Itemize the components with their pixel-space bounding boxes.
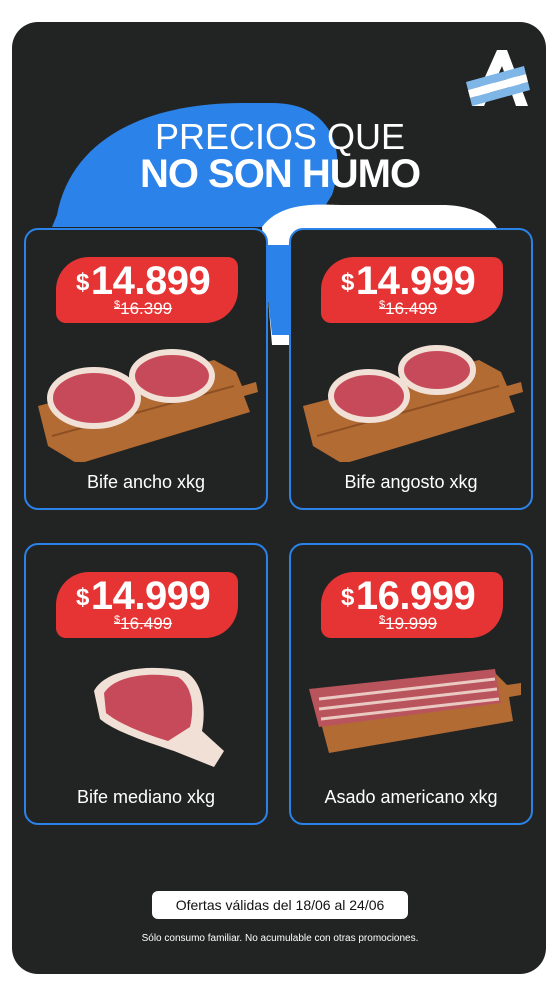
current-price: $14.899 — [76, 259, 211, 303]
current-price: $16.999 — [341, 574, 476, 618]
current-price: $14.999 — [341, 259, 476, 303]
product-name: Asado americano xkg — [324, 787, 498, 807]
offer-validity-label: Ofertas válidas del 18/06 al 24/06 — [152, 891, 408, 919]
price-tag: $16.999 $19.999 — [321, 572, 503, 638]
old-price: $16.399 — [114, 299, 173, 318]
ribs-image — [309, 669, 521, 753]
a-flag-logo-icon — [466, 50, 530, 106]
price-tag: $14.999 $16.499 — [321, 257, 503, 323]
title-line-2: NO SON HUMO — [139, 152, 421, 196]
price-tag: $14.999 $16.499 — [56, 572, 238, 638]
product-name: Bife ancho xkg — [86, 472, 206, 492]
product-name: Bife mediano xkg — [76, 787, 216, 807]
steak-image — [303, 345, 523, 462]
old-price: $16.499 — [379, 299, 438, 318]
product-card-asado-americano[interactable]: $16.999 $19.999 Asado americano xkg — [289, 543, 533, 825]
disclaimer-text: Sólo consumo familiar. No acumulable con… — [141, 933, 419, 944]
steak-image — [38, 349, 258, 462]
price-tag: $14.899 $16.399 — [56, 257, 238, 323]
old-price: $19.999 — [379, 614, 438, 633]
product-card-bife-mediano[interactable]: $14.999 $16.499 Bife mediano xkg — [24, 543, 268, 825]
old-price: $16.499 — [114, 614, 173, 633]
current-price: $14.999 — [76, 574, 211, 618]
steak-image — [94, 667, 224, 767]
product-name: Bife angosto xkg — [344, 472, 478, 492]
product-card-bife-ancho[interactable]: $14.899 $16.399 Bife ancho xkg — [24, 228, 268, 510]
product-card-bife-angosto[interactable]: $14.999 $16.499 Bife angosto xkg — [289, 228, 533, 510]
